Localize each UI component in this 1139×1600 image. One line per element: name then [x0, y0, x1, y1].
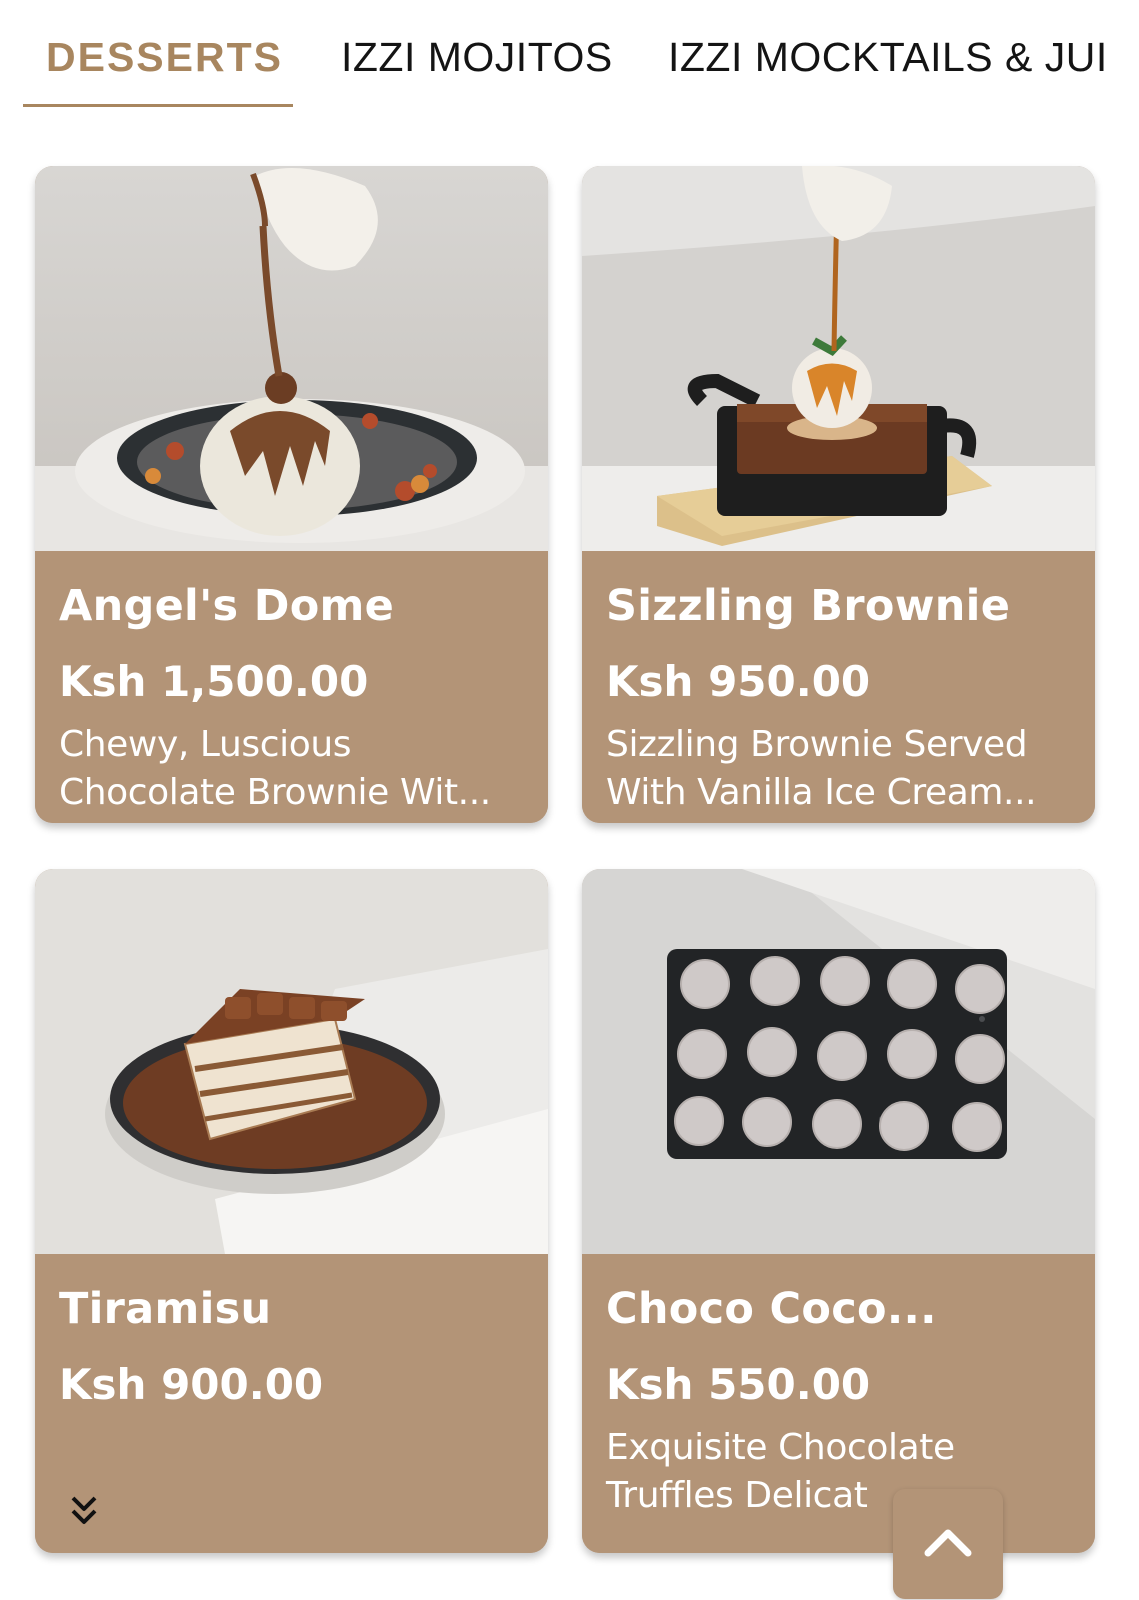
category-tab-bar: DESSERTS IZZI MOJITOS IZZI MOCKTAILS & J…: [0, 0, 1139, 110]
product-name: Choco Coco...: [606, 1284, 937, 1334]
product-description: Sizzling Brownie Served With Vanilla Ice…: [606, 721, 1071, 817]
tab-desserts[interactable]: DESSERTS: [46, 34, 283, 81]
product-price: Ksh 900.00: [59, 1360, 324, 1409]
product-description-line: Chewy, Luscious: [59, 724, 352, 765]
tab-izzi-mojitos[interactable]: IZZI MOJITOS: [341, 34, 613, 81]
product-info: Angel's Dome Ksh 1,500.00 Chewy, Lusciou…: [35, 551, 548, 823]
product-name: Angel's Dome: [59, 581, 395, 631]
product-image-choco-coco: [582, 869, 1095, 1254]
tab-izzi-mocktails-juices[interactable]: IZZI MOCKTAILS & JUI: [668, 34, 1108, 81]
product-info: Sizzling Brownie Ksh 950.00 Sizzling Bro…: [582, 551, 1095, 823]
product-card-sizzling-brownie[interactable]: Sizzling Brownie Ksh 950.00 Sizzling Bro…: [582, 166, 1095, 823]
product-card-tiramisu[interactable]: Tiramisu Ksh 900.00: [35, 869, 548, 1553]
product-info: Choco Coco... Ksh 550.00 Exquisite Choco…: [582, 1254, 1095, 1553]
product-image-sizzling-brownie: [582, 166, 1095, 551]
chevron-up-icon: [924, 1529, 972, 1557]
active-tab-indicator: [23, 104, 293, 107]
product-image-angels-dome: [35, 166, 548, 551]
product-name: Sizzling Brownie: [606, 581, 1011, 631]
product-description-line: Exquisite Chocolate: [606, 1427, 955, 1468]
product-price: Ksh 1,500.00: [59, 657, 369, 706]
product-price: Ksh 950.00: [606, 657, 871, 706]
double-chevron-down-icon[interactable]: [69, 1494, 99, 1528]
product-description-line: Sizzling Brownie Served: [606, 724, 1028, 765]
product-image-tiramisu: [35, 869, 548, 1254]
product-description: Chewy, Luscious Chocolate Brownie Wit...: [59, 721, 524, 817]
scroll-to-top-button[interactable]: [893, 1489, 1003, 1599]
product-description-line: Chocolate Brownie Wit...: [59, 772, 491, 813]
product-card-angels-dome[interactable]: Angel's Dome Ksh 1,500.00 Chewy, Lusciou…: [35, 166, 548, 823]
product-card-choco-coco[interactable]: Choco Coco... Ksh 550.00 Exquisite Choco…: [582, 869, 1095, 1553]
product-price: Ksh 550.00: [606, 1360, 871, 1409]
product-info: Tiramisu Ksh 900.00: [35, 1254, 548, 1553]
product-name: Tiramisu: [59, 1284, 272, 1334]
product-description-line: With Vanilla Ice Cream...: [606, 772, 1037, 813]
